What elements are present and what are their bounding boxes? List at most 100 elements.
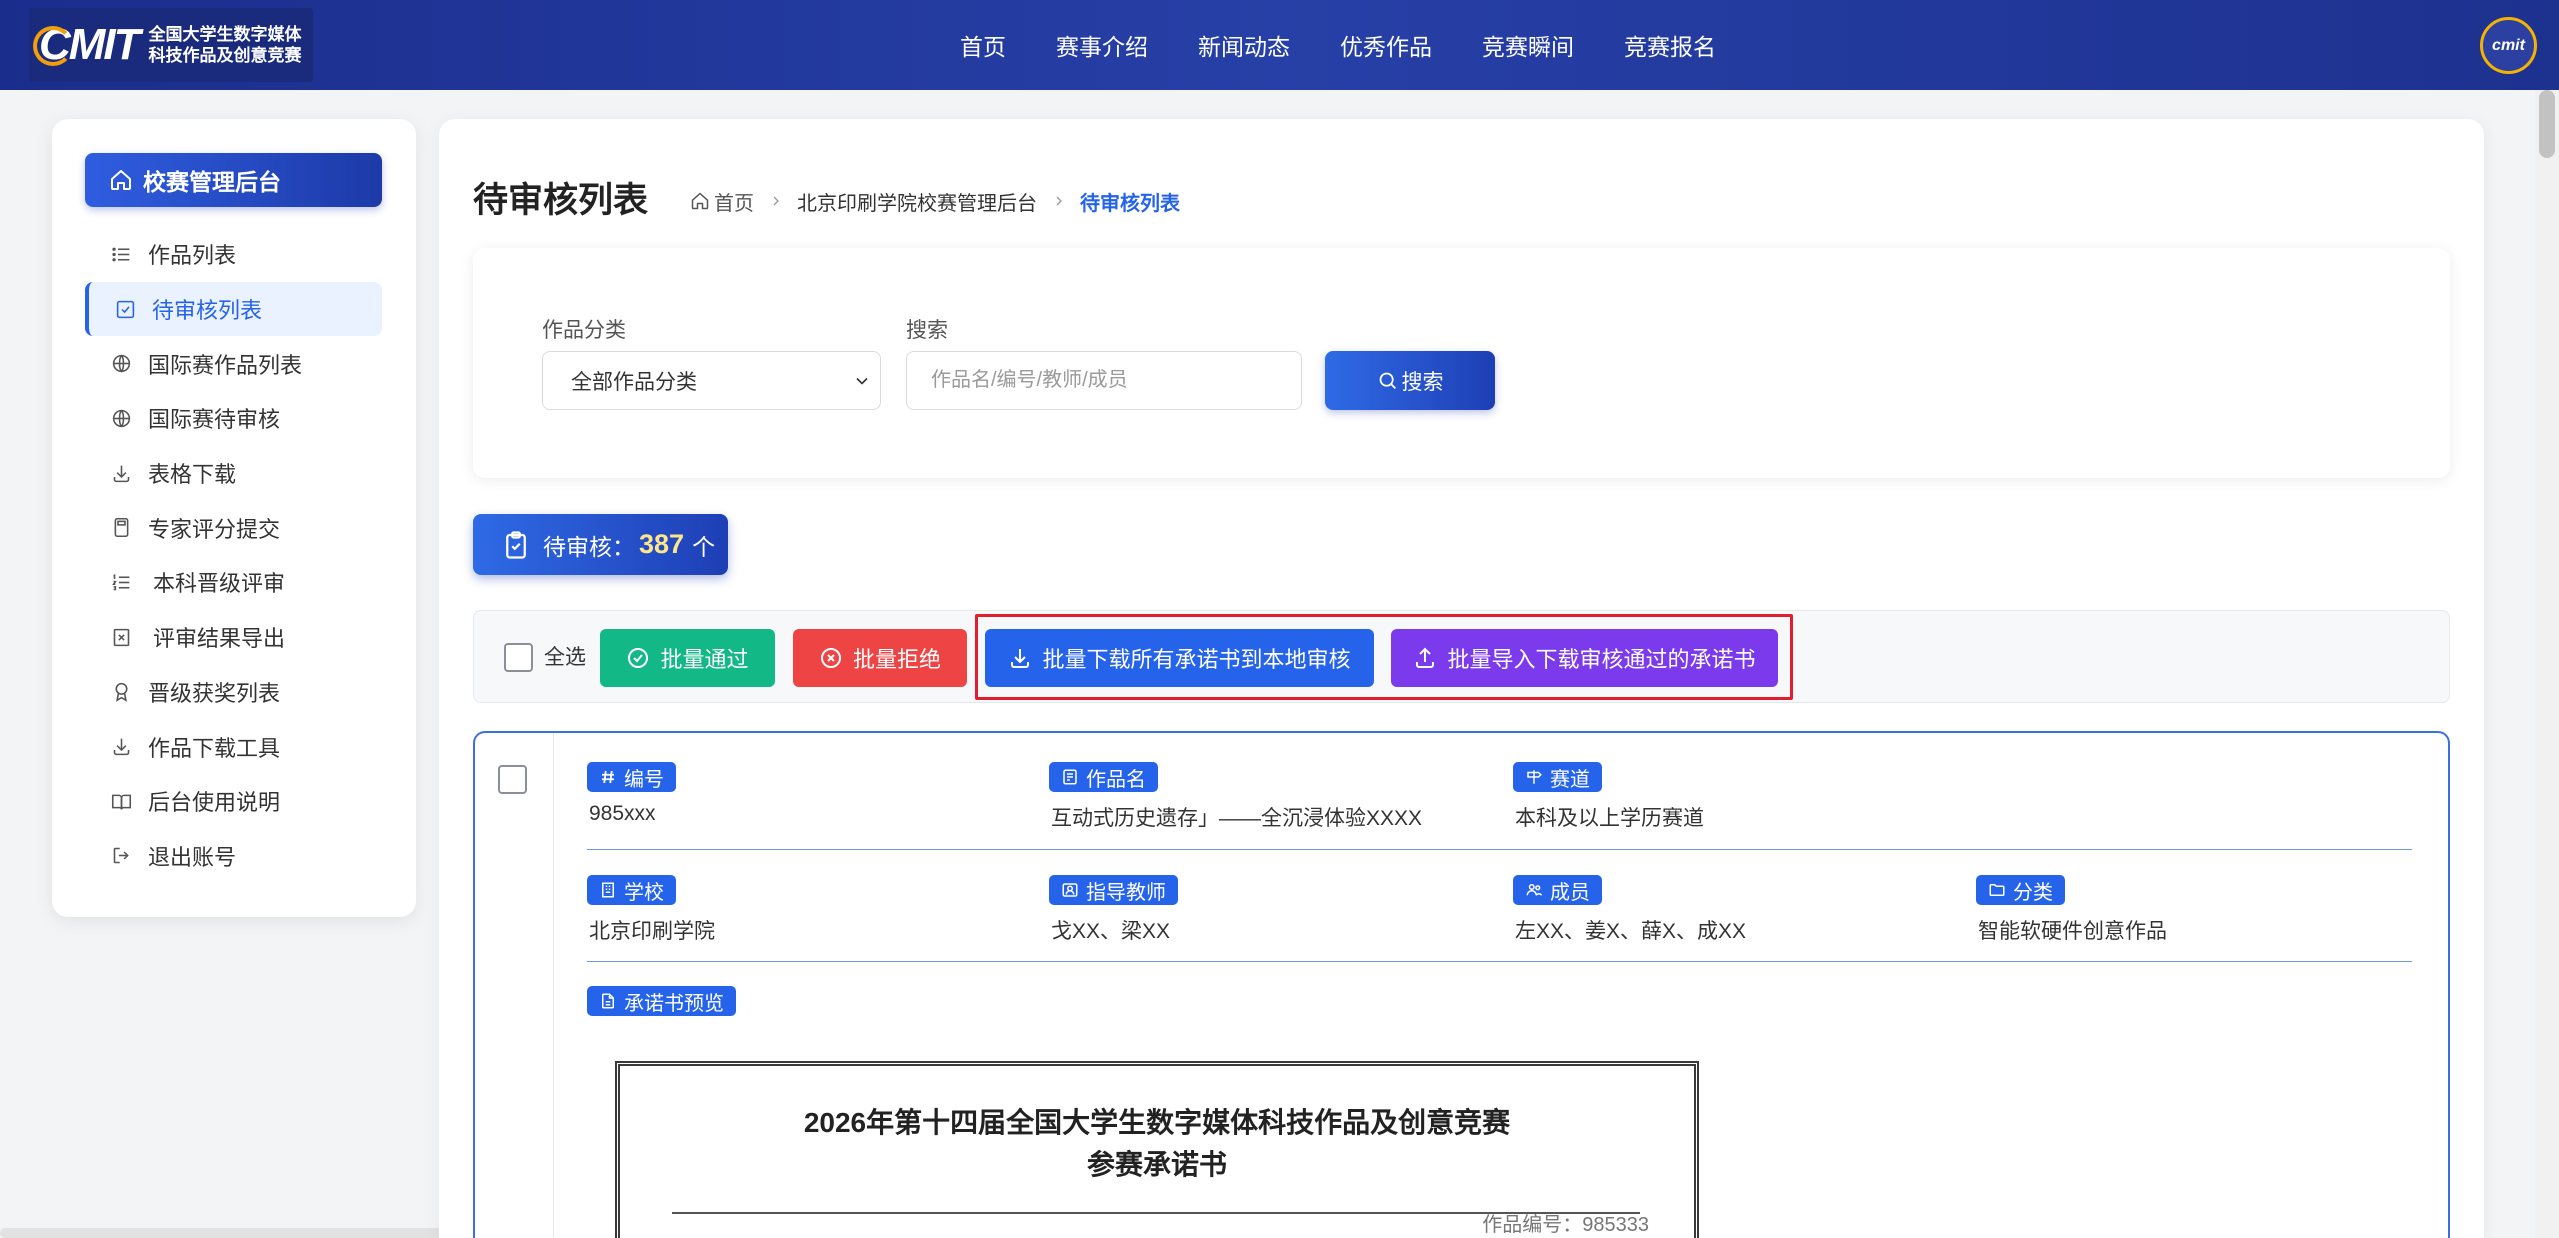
home-icon — [691, 192, 709, 210]
submission-select-column — [475, 733, 554, 1238]
field-value: 智能软硬件创意作品 — [1978, 920, 2167, 943]
field-tag: 成员 — [1513, 875, 1602, 905]
sidebar-item-intl-pending[interactable]: 国际赛待审核 — [85, 391, 382, 446]
logo-line-2: 科技作品及创意竞赛 — [148, 46, 302, 65]
field-tag: 承诺书预览 — [587, 986, 736, 1016]
search-button[interactable]: 搜索 — [1325, 351, 1495, 410]
sidebar-item-label: 待审核列表 — [152, 298, 263, 324]
nav-competition-intro[interactable]: 赛事介绍 — [1056, 28, 1148, 62]
nav-home[interactable]: 首页 — [960, 28, 1006, 62]
field-tag-label: 指导教师 — [1086, 881, 1166, 904]
breadcrumb-home[interactable]: 首页 — [690, 187, 754, 216]
sidebar-item-form-download[interactable]: 表格下载 — [85, 446, 382, 501]
sidebar-item-results-export[interactable]: 评审结果导出 — [85, 610, 382, 665]
sidebar-item-logout[interactable]: 退出账号 — [85, 829, 382, 884]
award-icon — [111, 681, 132, 703]
sidebar-title: 校赛管理后台 — [143, 169, 281, 195]
field-school: 学校 北京印刷学院 — [587, 875, 715, 943]
sidebar-item-label: 后台使用说明 — [148, 790, 281, 816]
sidebar-title-button[interactable]: 校赛管理后台 — [85, 153, 382, 207]
field-tag-label: 作品名 — [1086, 768, 1146, 791]
chevron-right-icon — [773, 196, 779, 206]
search-label: 搜索 — [906, 319, 948, 342]
row-divider — [587, 849, 2412, 850]
user-avatar[interactable]: cmit — [2480, 17, 2537, 74]
select-all-checkbox[interactable] — [504, 643, 533, 672]
field-tag-label: 赛道 — [1550, 768, 1590, 791]
nav-registration[interactable]: 竞赛报名 — [1624, 28, 1716, 62]
field-id: 编号 985xxx — [587, 762, 676, 825]
search-input[interactable] — [906, 351, 1302, 410]
sidebar-item-undergrad-promotion[interactable]: 本科晋级评审 — [85, 555, 382, 610]
sidebar-item-user-guide[interactable]: 后台使用说明 — [85, 774, 382, 829]
field-value: 北京印刷学院 — [589, 920, 715, 943]
batch-toolbar: 全选 批量通过 批量拒绝 批量下载所有承诺书到本地审核 批量导入下载审核通过的承… — [473, 610, 2450, 703]
category-select[interactable]: 全部作品分类 — [542, 351, 881, 410]
logo-line-1: 全国大学生数字媒体 — [148, 25, 302, 44]
home-icon — [111, 170, 131, 190]
field-tag-label: 编号 — [624, 768, 664, 791]
site-logo[interactable]: CMIT 全国大学生数字媒体 科技作品及创意竞赛 — [29, 8, 313, 82]
batch-reject-label: 批量拒绝 — [852, 647, 941, 672]
batch-import-label: 批量导入下载审核通过的承诺书 — [1447, 647, 1756, 672]
field-tag: 赛道 — [1513, 762, 1602, 792]
pledge-preview-tag: 承诺书预览 — [587, 986, 736, 1016]
sidebar-item-pending-review[interactable]: 待审核列表 — [85, 281, 382, 337]
nav-excellent-works[interactable]: 优秀作品 — [1340, 28, 1432, 62]
field-tag-label: 承诺书预览 — [624, 992, 724, 1015]
calculator-icon — [111, 517, 132, 538]
nav-moments[interactable]: 竞赛瞬间 — [1482, 28, 1574, 62]
search-icon — [1379, 372, 1396, 389]
batch-approve-button[interactable]: 批量通过 — [600, 629, 775, 687]
breadcrumb-home-label: 首页 — [714, 192, 754, 215]
field-tag: 学校 — [587, 875, 676, 905]
document-title-line-1: 2026年第十四届全国大学生数字媒体科技作品及创意竞赛 — [803, 1107, 1511, 1138]
field-tag-label: 学校 — [624, 881, 664, 904]
vertical-scrollbar-thumb[interactable] — [2539, 90, 2555, 158]
field-tag: 作品名 — [1049, 762, 1158, 792]
chevron-down-icon — [856, 377, 868, 385]
sidebar-item-label: 作品列表 — [148, 243, 237, 269]
breadcrumb-current: 待审核列表 — [1080, 192, 1180, 215]
chevron-right-icon — [1056, 196, 1062, 206]
field-tag-label: 分类 — [2013, 881, 2053, 904]
batch-reject-button[interactable]: 批量拒绝 — [793, 629, 967, 687]
search-button-label: 搜索 — [1401, 370, 1444, 394]
breadcrumb-admin[interactable]: 北京印刷学院校赛管理后台 — [797, 187, 1037, 216]
x-circle-icon — [820, 648, 841, 668]
document-work-code: 作品编号：985333 — [1482, 1214, 1649, 1236]
file-text-icon — [1063, 769, 1077, 785]
download-icon — [1011, 649, 1030, 668]
batch-download-pledges-button[interactable]: 批量下载所有承诺书到本地审核 — [985, 629, 1374, 687]
check-square-icon — [115, 299, 136, 320]
field-work-name: 作品名 互动式历史遗存」——全沉浸体验XXXX — [1049, 762, 1422, 830]
field-tag: 指导教师 — [1049, 875, 1178, 905]
vertical-scrollbar[interactable] — [2535, 90, 2559, 1238]
sidebar-item-label: 本科晋级评审 — [153, 571, 286, 597]
sidebar-item-download-tool[interactable]: 作品下载工具 — [85, 719, 382, 774]
sidebar-item-works-list[interactable]: 作品列表 — [85, 227, 382, 282]
pledge-document-preview[interactable]: 2026年第十四届全国大学生数字媒体科技作品及创意竞赛 参赛承诺书 作品编号：9… — [615, 1061, 1699, 1238]
sidebar-item-label: 国际赛待审核 — [148, 407, 281, 433]
select-all-label[interactable]: 全选 — [544, 644, 586, 672]
page-title: 待审核列表 — [473, 181, 649, 220]
users-icon — [1526, 884, 1543, 896]
field-tag: 编号 — [587, 762, 676, 792]
check-circle-icon — [628, 648, 649, 668]
hash-icon — [602, 770, 614, 784]
signpost-icon — [1527, 770, 1542, 784]
field-value: 本科及以上学历赛道 — [1515, 807, 1704, 830]
sidebar-item-award-list[interactable]: 晋级获奖列表 — [85, 665, 382, 720]
submission-card: 编号 985xxx 作品名 互动式历史遗存」——全沉浸体验XXXX 赛道 本科及… — [473, 731, 2450, 1238]
field-tag-label: 成员 — [1550, 881, 1590, 904]
upload-icon — [1416, 647, 1435, 668]
field-value: 985xxx — [589, 802, 656, 825]
sidebar-item-label: 评审结果导出 — [153, 626, 286, 652]
logo-swoosh — [33, 26, 73, 66]
nav-news[interactable]: 新闻动态 — [1198, 28, 1290, 62]
submission-checkbox[interactable] — [498, 765, 527, 794]
sidebar-item-label: 退出账号 — [148, 844, 237, 870]
batch-import-pledges-button[interactable]: 批量导入下载审核通过的承诺书 — [1391, 629, 1778, 687]
sidebar-item-intl-works-list[interactable]: 国际赛作品列表 — [85, 336, 382, 391]
sidebar-item-expert-scoring[interactable]: 专家评分提交 — [85, 500, 382, 555]
